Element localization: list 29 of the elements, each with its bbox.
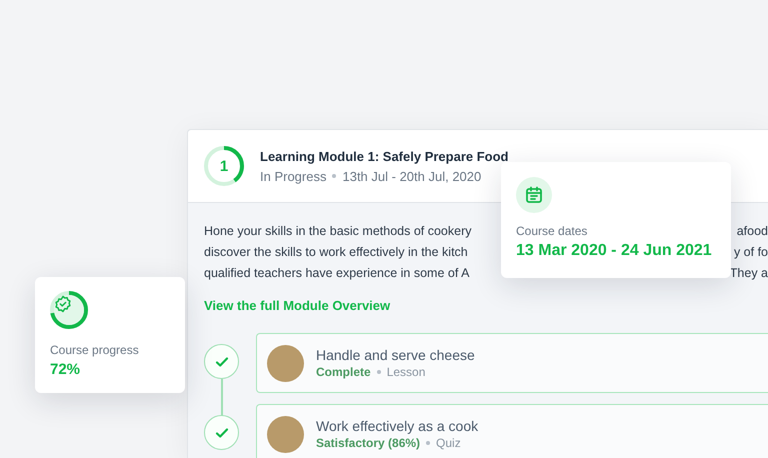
description-text: discover the skills to work effectively in the kitch xyxy=(204,244,468,261)
course-dates-value: 13 Mar 2020 - 24 Jun 2021 xyxy=(516,242,713,260)
separator-dot xyxy=(376,370,381,374)
separator-dot xyxy=(426,441,430,445)
lesson-title: Handle and serve cheese xyxy=(316,347,475,363)
lesson-card[interactable]: Work effectively as a cook Satisfactory (86%) Quiz xyxy=(256,404,768,458)
separator-dot xyxy=(332,174,336,178)
course-progress-value: 72% xyxy=(50,361,82,378)
lesson-card[interactable]: Handle and serve cheese Complete Lesson xyxy=(256,333,768,393)
description-text: qualified teachers have experience in some of A xyxy=(204,265,470,282)
description-text: They a xyxy=(730,265,768,282)
module-status: In Progress xyxy=(260,168,326,184)
photo-placeholder xyxy=(267,344,304,382)
lesson-result: Satisfactory (86%) xyxy=(316,436,420,450)
description-text: afood xyxy=(736,223,768,240)
lesson-title: Work effectively as a cook xyxy=(316,418,478,434)
description-text: y of fo xyxy=(734,244,768,261)
module-dates: 13th Jul - 20th Jul, 2020 xyxy=(342,168,482,184)
calendar-icon xyxy=(516,177,552,213)
module-title: Learning Module 1: Safely Prepare Food xyxy=(260,148,508,164)
module-number: 1 xyxy=(220,158,228,174)
description-text: Hone your skills in the basic methods of cookery xyxy=(204,223,472,240)
connector-line xyxy=(221,379,223,417)
course-progress-label: Course progress xyxy=(50,343,140,357)
photo-placeholder xyxy=(267,416,304,452)
course-dates-label: Course dates xyxy=(516,224,588,238)
lesson-type: Lesson xyxy=(386,365,426,379)
lesson-type: Quiz xyxy=(436,436,461,450)
lesson-result: Complete xyxy=(316,365,371,379)
